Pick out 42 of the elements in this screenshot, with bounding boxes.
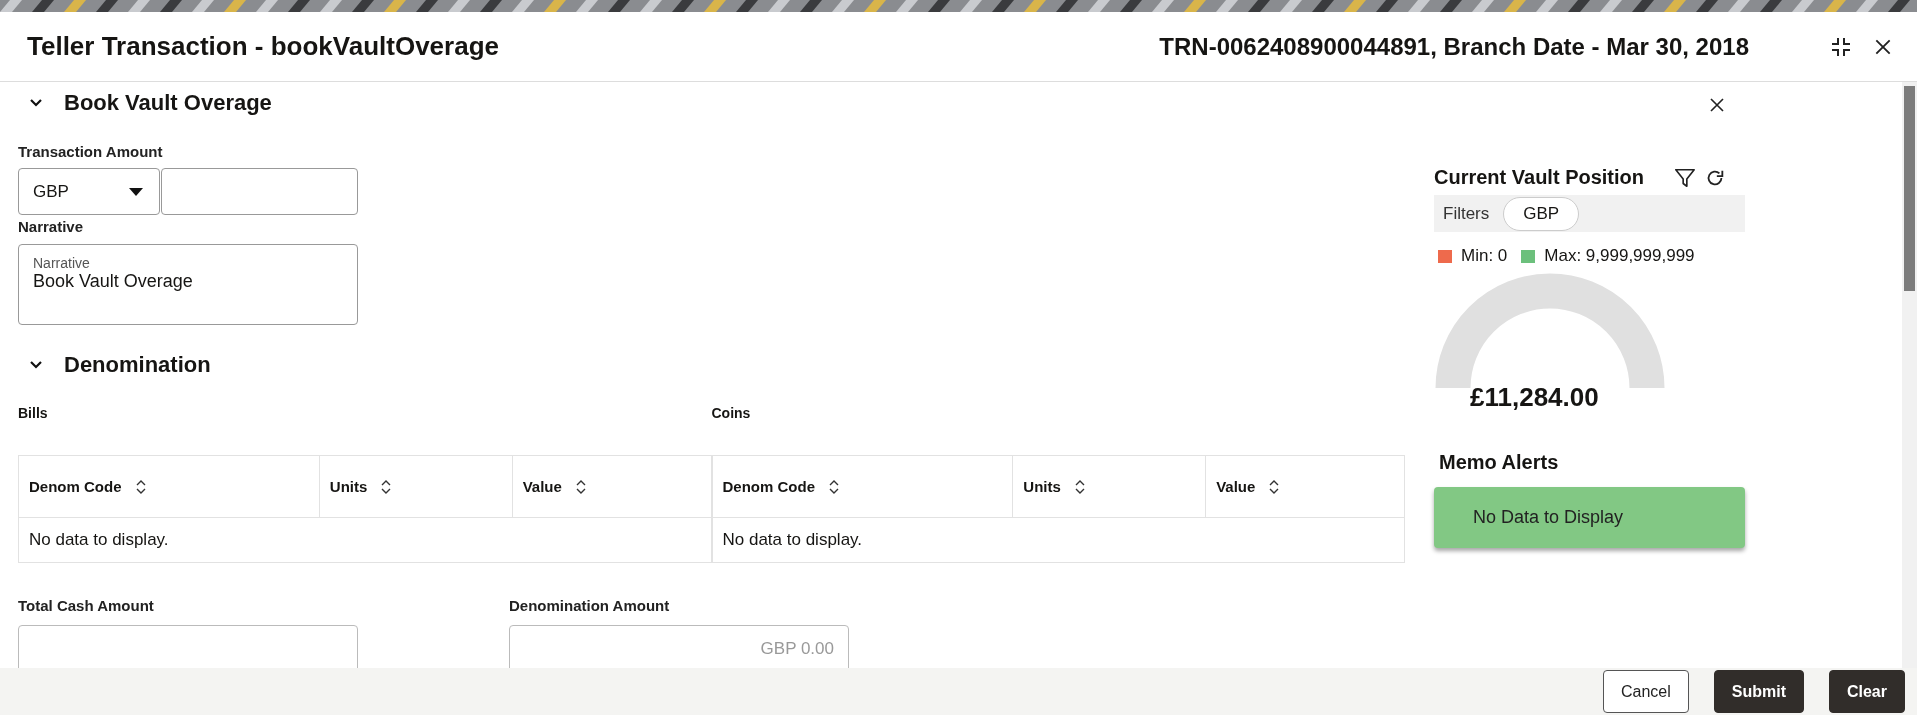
transaction-reference: TRN-0062408900044891, Branch Date - Mar 30, 2018 [1159,32,1749,61]
column-header[interactable]: Denom Code [18,455,320,518]
action-button[interactable]: Clear [1828,670,1905,713]
legend-label: Max: 9,999,999,999 [1544,246,1695,266]
column-header[interactable]: Value [512,455,711,518]
field-label: Total Cash Amount [18,597,155,614]
field-label: Narrative [18,218,85,235]
action-button[interactable]: Cancel [1602,670,1689,713]
action-button[interactable]: Submit [1713,670,1804,713]
memo-alert: No Data to Display [1434,487,1745,548]
sort-icon [1269,479,1280,494]
caret-icon [129,187,143,196]
amount-input-field[interactable] [161,168,358,215]
panel-title: Current Vault Position [1434,166,1645,189]
empty-message: No data to display. [18,517,711,563]
legend-label: Min: 0 [1461,246,1508,266]
filter-chip[interactable]: GBP [1503,196,1580,231]
sort-icon [1074,479,1085,494]
field-label: Denomination Amount [509,597,671,614]
panel-title: Memo Alerts [1438,451,1560,474]
column-header[interactable]: Units [319,455,513,518]
section-heading: Book Vault Overage [64,90,272,116]
column-header[interactable]: Denom Code [712,455,1013,518]
filters-label: Filters [1443,203,1490,224]
sort-icon [829,479,839,494]
empty-message: No data to display. [712,517,1405,563]
field-label: Transaction Amount [18,143,164,160]
section-heading: Denomination [64,352,211,378]
column-header[interactable]: Value [1205,455,1405,518]
table-title: Bills [18,404,49,423]
currency-select[interactable]: GBP [18,168,160,215]
vault-amount: £11,284.00 [1470,382,1600,413]
scrollbar[interactable] [1902,82,1917,668]
narrative-field[interactable]: Narrative Book Vault Overage [18,244,358,325]
sort-icon [575,479,586,494]
close-icon[interactable] [1708,96,1726,114]
sort-icon [135,479,146,494]
sort-icon [381,479,392,494]
filter-icon[interactable] [1674,166,1697,189]
table-title: Coins [711,404,752,423]
column-header[interactable]: Units [1012,455,1206,518]
window-title: Teller Transaction - bookVaultOverage [27,31,500,62]
